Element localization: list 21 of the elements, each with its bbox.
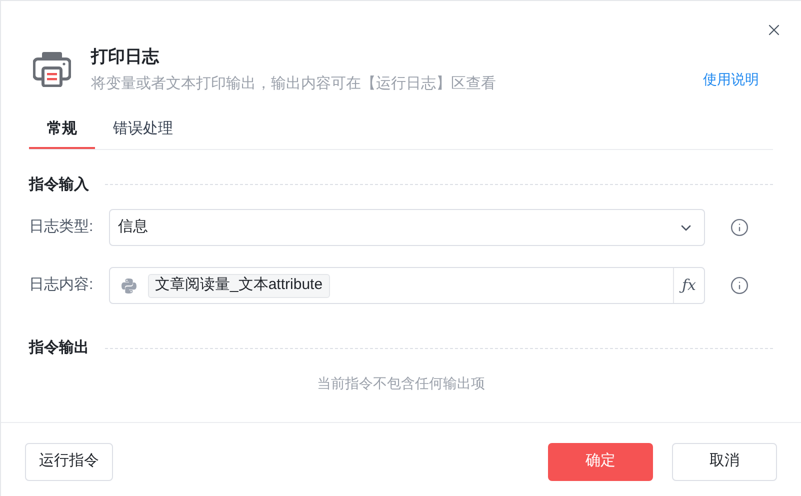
cancel-button[interactable]: 取消 <box>672 442 777 480</box>
empty-message: 当前指令不包含任何输出项 <box>317 374 485 392</box>
field-label: 日志内容: <box>29 275 94 296</box>
printer-icon <box>33 51 71 87</box>
tab[interactable]: 错误处理 <box>95 112 191 148</box>
select-field[interactable]: 信息 <box>109 209 705 246</box>
info-icon[interactable] <box>730 276 749 295</box>
field-label: 日志类型: <box>29 217 94 238</box>
section-title: 指令输入 <box>29 174 89 194</box>
select-value: 信息 <box>118 217 149 238</box>
info-icon[interactable] <box>730 218 749 237</box>
dialog-subtitle: 将变量或者文本打印输出，输出内容可在【运行日志】区查看 <box>91 74 497 94</box>
variable-tag: 文章阅读量_文本attribute <box>148 274 330 298</box>
tab[interactable]: 常规 <box>29 112 95 148</box>
run-button[interactable]: 运行指令 <box>25 442 113 480</box>
python-icon <box>120 276 138 294</box>
help-link[interactable]: 使用说明 <box>703 69 759 90</box>
section-title: 指令输出 <box>29 338 89 358</box>
dialog-title: 打印日志 <box>91 46 160 68</box>
function-button[interactable]: ƒx <box>673 268 704 303</box>
expression-field[interactable]: 文章阅读量_文本attribute ƒx <box>109 267 705 304</box>
